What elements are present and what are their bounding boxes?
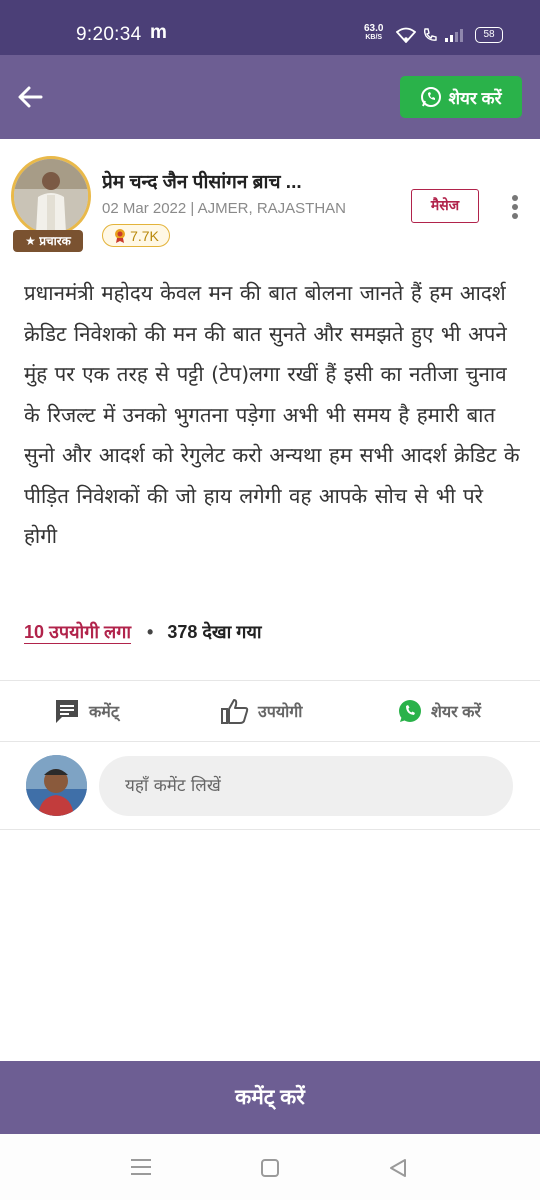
share-action-label: शेयर करें	[431, 704, 481, 721]
post-actions: कमेंट् उपयोगी शेयर करें	[0, 681, 540, 741]
post-location: AJMER, RAJASTHAN	[197, 200, 347, 217]
app-bar: शेयर करें	[0, 55, 540, 139]
comment-action[interactable]: कमेंट्	[53, 681, 119, 741]
message-button[interactable]: मैसेज	[411, 189, 479, 223]
author-role-badge: ★ प्रचारक	[13, 230, 83, 252]
views-count: 378 देखा गया	[167, 622, 262, 642]
divider	[0, 741, 540, 742]
comment-action-label: कमेंट्	[89, 704, 119, 721]
status-time: 9:20:34	[76, 24, 142, 45]
comment-icon	[56, 700, 78, 723]
battery-indicator: 58	[475, 27, 503, 43]
share-button-label: शेयर करें	[448, 88, 502, 108]
useful-action[interactable]: उपयोगी	[220, 681, 302, 741]
comment-input[interactable]	[99, 756, 513, 816]
points-value: 7.7K	[130, 227, 159, 244]
whatsapp-icon	[399, 700, 421, 722]
more-dot	[512, 204, 518, 210]
back-nav-icon[interactable]	[388, 1158, 408, 1178]
user-avatar	[26, 755, 87, 816]
author-photo	[14, 159, 88, 233]
back-button[interactable]	[14, 81, 46, 113]
useful-action-label: उपयोगी	[258, 704, 303, 721]
author-avatar[interactable]	[11, 156, 91, 236]
user-photo	[26, 755, 87, 816]
author-name[interactable]: प्रेम चन्द जैन पीसांगन ब्राच ...	[102, 168, 402, 194]
notification-app-icon: m	[150, 22, 167, 43]
status-icons	[396, 26, 464, 44]
wifi-icon	[396, 27, 416, 43]
status-bar: 9:20:34 m 63.0 KB/S 58	[0, 0, 540, 55]
points-badge: 7.7K	[102, 224, 170, 247]
arrow-left-icon	[18, 86, 43, 108]
more-dot	[512, 213, 518, 219]
share-button[interactable]: शेयर करें	[400, 76, 522, 118]
whatsapp-icon	[421, 87, 442, 107]
post-body: प्रधानमंत्री महोदय केवल मन की बात बोलना …	[24, 281, 520, 548]
more-options-button[interactable]	[504, 192, 526, 222]
home-icon[interactable]	[260, 1158, 280, 1178]
post-meta: 02 Mar 2022 | AJMER, RAJASTHAN	[102, 200, 346, 217]
meta-separator: |	[190, 200, 198, 217]
write-comment-button[interactable]: कमेंट् करें	[0, 1061, 540, 1134]
more-dot	[512, 195, 518, 201]
stats-separator: •	[147, 621, 154, 642]
call-icon	[423, 28, 437, 41]
network-speed: 63.0 KB/S	[364, 24, 383, 42]
recents-icon[interactable]	[130, 1158, 152, 1176]
network-speed-unit: KB/S	[365, 34, 383, 41]
post-date: 02 Mar 2022	[102, 200, 187, 217]
post-stats: 10 उपयोगी लगा • 378 देखा गया	[24, 620, 262, 644]
share-action[interactable]: शेयर करें	[397, 681, 481, 741]
system-nav-bar	[0, 1134, 540, 1200]
useful-count-link[interactable]: 10 उपयोगी लगा	[24, 620, 131, 644]
medal-icon	[115, 228, 126, 243]
signal-icon	[445, 29, 463, 42]
divider	[0, 829, 540, 830]
thumbs-up-icon	[221, 699, 249, 724]
